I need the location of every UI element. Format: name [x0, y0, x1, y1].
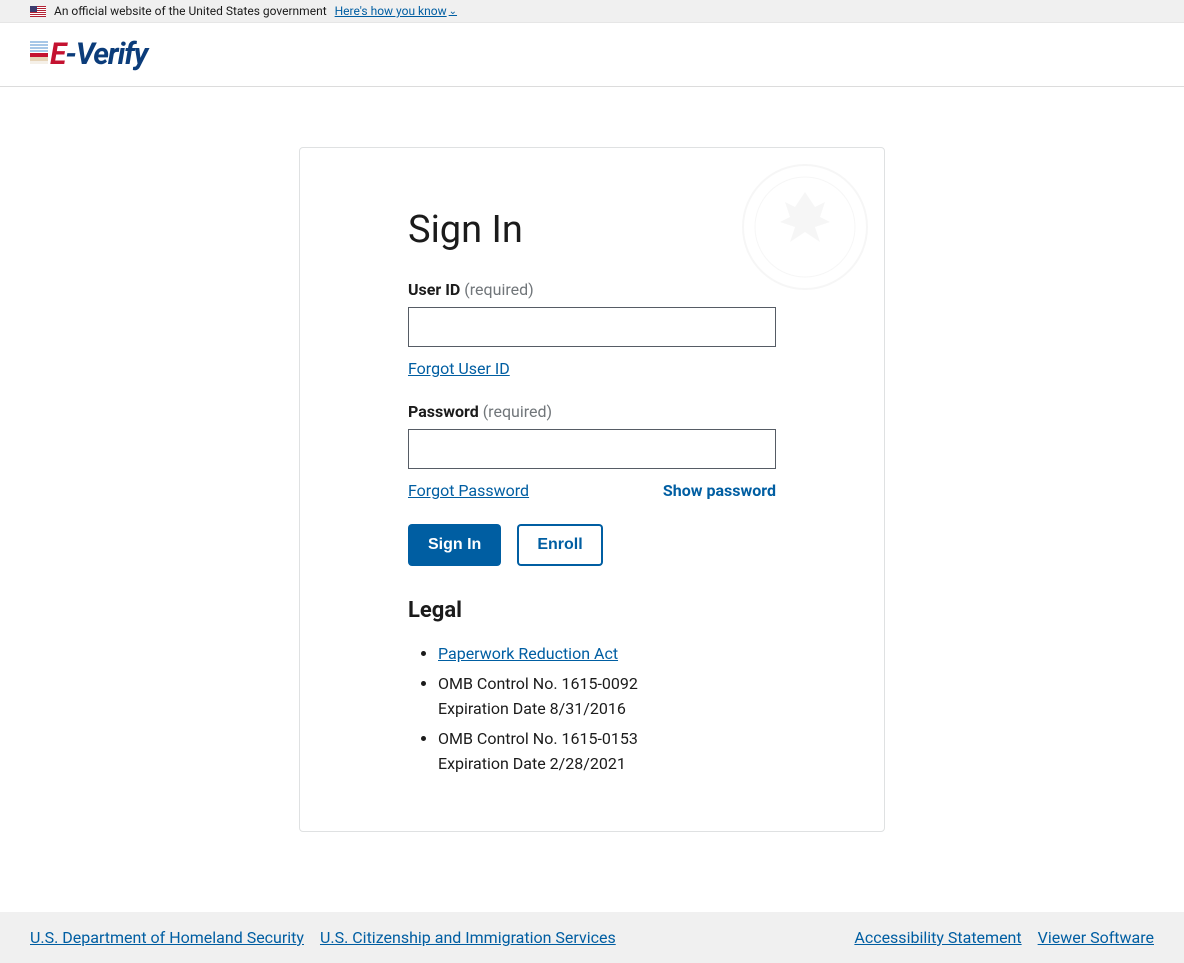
password-input[interactable]: [408, 429, 776, 469]
paperwork-reduction-link[interactable]: Paperwork Reduction Act: [438, 644, 618, 663]
legal-item: OMB Control No. 1615-0092 Expiration Dat…: [438, 671, 776, 722]
logo-flag-icon: [30, 37, 48, 72]
logo-e: E: [50, 37, 65, 72]
password-label: Password (required): [408, 402, 776, 421]
gov-banner: An official website of the United States…: [0, 0, 1184, 23]
password-label-text: Password: [408, 402, 479, 421]
logo-rest: -Verify: [65, 37, 147, 72]
gov-banner-text: An official website of the United States…: [54, 4, 327, 18]
legal-list: Paperwork Reduction Act OMB Control No. …: [408, 641, 776, 777]
legal-text: Expiration Date 2/28/2021: [438, 754, 626, 773]
main-content: Sign In User ID (required) Forgot User I…: [0, 87, 1184, 912]
footer: U.S. Department of Homeland Security U.S…: [0, 912, 1184, 963]
page-title: Sign In: [408, 208, 776, 252]
password-group: Password (required) Forgot Password Show…: [408, 402, 776, 500]
userid-label: User ID (required): [408, 280, 776, 299]
forgot-password-link[interactable]: Forgot Password: [408, 481, 529, 500]
legal-heading: Legal: [408, 598, 776, 623]
button-row: Sign In Enroll: [408, 524, 776, 566]
userid-required: (required): [464, 280, 533, 299]
userid-label-text: User ID: [408, 280, 460, 299]
accessibility-link[interactable]: Accessibility Statement: [854, 928, 1021, 947]
gov-banner-toggle[interactable]: Here's how you know ⌄: [335, 4, 457, 18]
header: E-Verify: [0, 23, 1184, 87]
forgot-userid-link[interactable]: Forgot User ID: [408, 359, 510, 378]
gov-banner-link-text: Here's how you know: [335, 4, 447, 18]
viewer-software-link[interactable]: Viewer Software: [1038, 928, 1154, 947]
chevron-down-icon: ⌄: [449, 6, 457, 17]
legal-text: OMB Control No. 1615-0153: [438, 729, 638, 748]
legal-text: Expiration Date 8/31/2016: [438, 699, 626, 718]
password-required: (required): [483, 402, 552, 421]
us-flag-icon: [30, 6, 46, 17]
everify-logo[interactable]: E-Verify: [30, 37, 147, 72]
footer-left: U.S. Department of Homeland Security U.S…: [30, 928, 616, 947]
uscis-link[interactable]: U.S. Citizenship and Immigration Service…: [320, 928, 616, 947]
show-password-toggle[interactable]: Show password: [663, 481, 776, 500]
userid-input[interactable]: [408, 307, 776, 347]
signin-button[interactable]: Sign In: [408, 524, 501, 566]
userid-group: User ID (required) Forgot User ID: [408, 280, 776, 378]
legal-text: OMB Control No. 1615-0092: [438, 674, 638, 693]
legal-item: OMB Control No. 1615-0153 Expiration Dat…: [438, 726, 776, 777]
enroll-button[interactable]: Enroll: [517, 524, 602, 566]
dhs-seal-icon: [740, 162, 870, 292]
legal-item: Paperwork Reduction Act: [438, 641, 776, 667]
signin-card: Sign In User ID (required) Forgot User I…: [299, 147, 885, 832]
footer-right: Accessibility Statement Viewer Software: [854, 928, 1154, 947]
dhs-link[interactable]: U.S. Department of Homeland Security: [30, 928, 304, 947]
